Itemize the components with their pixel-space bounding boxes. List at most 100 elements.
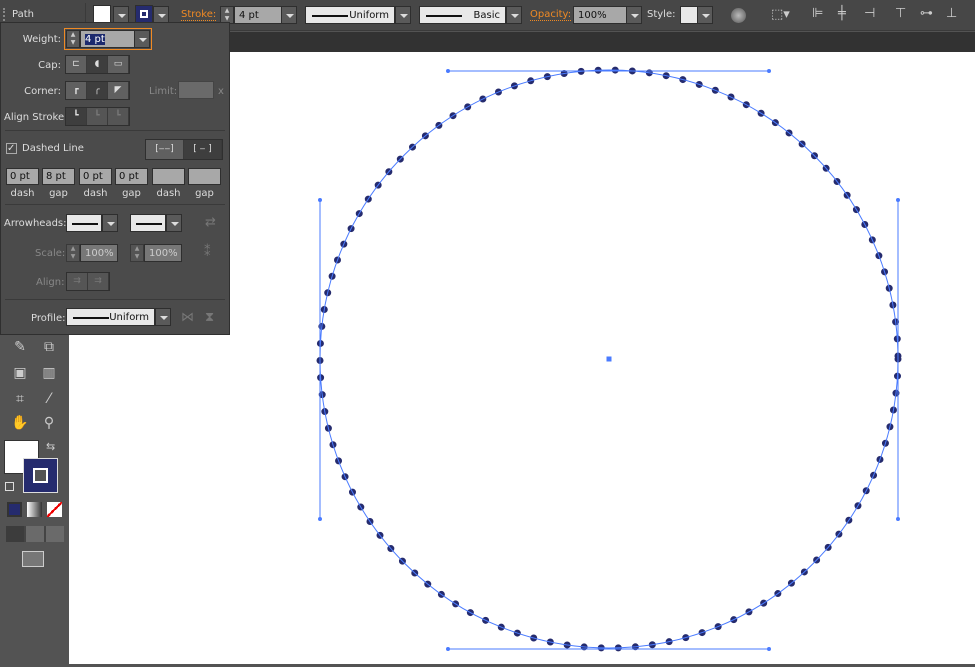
weight-input[interactable]: 4 pt — [80, 30, 135, 48]
butt-cap-button[interactable]: ⊏ — [66, 56, 87, 73]
hand-tool-icon[interactable]: ✋ — [8, 413, 32, 433]
gap-1-input[interactable]: 8 pt — [42, 168, 75, 185]
dash-1-label: dash — [10, 188, 35, 199]
default-colors-icon[interactable] — [5, 482, 14, 491]
color-mode-icon[interactable] — [7, 502, 22, 517]
variable-width-profile-select[interactable]: Uniform — [305, 6, 395, 24]
dash-alignment-buttons: [‒‒][ ‒ ] — [145, 139, 223, 160]
swap-fill-stroke-icon[interactable]: ⇆ — [46, 440, 55, 453]
eyedropper-tool-icon[interactable]: ✎ — [8, 337, 32, 357]
fill-swatch[interactable] — [93, 5, 111, 23]
artboard-tool-icon[interactable]: ⌗ — [8, 389, 32, 409]
dash-3-input[interactable] — [152, 168, 185, 185]
limit-input[interactable] — [178, 81, 214, 99]
swap-arrowheads-icon[interactable]: ⇄ — [205, 215, 216, 230]
profile-select-dropdown[interactable] — [155, 308, 171, 326]
stroke-color-box[interactable] — [23, 458, 58, 493]
align-stroke-label: Align Stroke: — [4, 112, 68, 123]
link-scale-icon[interactable]: ⁑ — [204, 245, 211, 260]
profile-select[interactable]: Uniform — [66, 308, 155, 326]
align-outside-button[interactable]: ┗ — [108, 108, 129, 125]
slice-tool-icon[interactable]: ⁄ — [37, 389, 61, 409]
arrowheads-label: Arrowheads: — [4, 218, 67, 229]
align-horizontal-center-icon[interactable]: ╪ — [838, 6, 846, 21]
profile-select-value: Uniform — [109, 312, 149, 323]
start-scale-input[interactable]: 100% — [80, 244, 118, 262]
draw-normal-icon[interactable] — [6, 526, 24, 542]
end-scale-input[interactable]: 100% — [144, 244, 182, 262]
weight-dropdown[interactable] — [134, 30, 150, 48]
projecting-cap-button[interactable]: ▭ — [108, 56, 129, 73]
dash-2-label: dash — [83, 188, 108, 199]
flip-across-icon[interactable]: ⧗ — [205, 310, 214, 325]
align-stroke-buttons: ┗ ┗ ┗ — [65, 107, 130, 126]
gap-2-input[interactable]: 0 pt — [115, 168, 148, 185]
start-arrowhead-select[interactable] — [66, 214, 102, 232]
profile-dropdown[interactable] — [395, 6, 411, 24]
weight-control: ▲ ▼ 4 pt — [64, 28, 152, 50]
stroke-weight-input[interactable]: 4 pt — [234, 6, 282, 24]
round-join-button[interactable]: ╭ — [87, 82, 108, 99]
stroke-panel-link[interactable]: Stroke: — [181, 9, 217, 21]
recolor-artwork-icon[interactable] — [731, 8, 746, 23]
end-arrowhead-select[interactable] — [130, 214, 166, 232]
corner-buttons: ┏ ╭ ◤ — [65, 81, 130, 100]
align-vertical-center-icon[interactable]: ⊶ — [920, 6, 933, 21]
weight-value: 4 pt — [85, 34, 105, 45]
stroke-swatch[interactable] — [135, 5, 153, 23]
align-dashes-to-corners-button[interactable]: [ ‒ ] — [184, 140, 222, 159]
cap-label: Cap: — [38, 60, 61, 71]
bevel-join-button[interactable]: ◤ — [108, 82, 129, 99]
symbol-sprayer-tool-icon[interactable]: ▣ — [8, 363, 32, 383]
gradient-mode-icon[interactable] — [27, 502, 42, 517]
align-top-icon[interactable]: ⊤ — [895, 6, 906, 21]
zoom-tool-icon[interactable]: ⚲ — [37, 413, 61, 433]
align-left-icon[interactable]: ⊫ — [812, 6, 823, 21]
align-center-button[interactable]: ┗ — [66, 108, 87, 125]
style-swatch[interactable] — [680, 6, 698, 24]
end-arrowhead-dropdown[interactable] — [166, 214, 182, 232]
align-bottom-icon[interactable]: ⊥ — [946, 6, 957, 21]
dashed-line-checkbox[interactable]: ✓ — [6, 143, 17, 154]
divider — [5, 299, 225, 300]
draw-behind-icon[interactable] — [26, 526, 44, 542]
arrow-align-buttons: ⇉ ⇉ — [66, 272, 110, 291]
dash-2-input[interactable]: 0 pt — [79, 168, 112, 185]
opacity-input[interactable]: 100% — [573, 6, 627, 24]
preserve-dash-button[interactable]: [‒‒] — [146, 140, 184, 159]
gap-3-label: gap — [195, 188, 214, 199]
limit-label: Limit: — [149, 86, 178, 97]
dash-1-input[interactable]: 0 pt — [6, 168, 39, 185]
brush-definition-select[interactable]: Basic — [419, 6, 506, 24]
opacity-link[interactable]: Opacity: — [530, 9, 572, 21]
divider — [5, 204, 225, 205]
blend-tool-icon[interactable]: ⧉ — [37, 337, 61, 357]
draw-inside-icon[interactable] — [46, 526, 64, 542]
start-arrowhead-dropdown[interactable] — [102, 214, 118, 232]
style-dropdown[interactable] — [697, 6, 713, 24]
align-to-selection-icon[interactable]: ⬚▾ — [771, 7, 790, 22]
place-arrow-tip-button[interactable]: ⇉ — [88, 273, 109, 290]
limit-suffix: x — [218, 86, 224, 97]
start-scale-stepper[interactable]: ▲ ▼ — [66, 244, 80, 262]
weight-stepper[interactable]: ▲ ▼ — [66, 30, 80, 48]
gap-3-input[interactable] — [188, 168, 221, 185]
screen-mode-icon[interactable] — [22, 551, 44, 567]
cap-buttons: ⊏ ◖ ▭ — [65, 55, 130, 74]
end-scale-stepper[interactable]: ▲ ▼ — [130, 244, 144, 262]
none-mode-icon[interactable] — [47, 502, 62, 517]
stroke-panel: Weight: ▲ ▼ 4 pt Cap: ⊏ ◖ ▭ Corner: ┏ ╭ ◤ Lim… — [0, 22, 230, 335]
flip-along-icon[interactable]: ⋈ — [181, 310, 194, 325]
opacity-dropdown[interactable] — [626, 6, 642, 24]
divider — [5, 130, 225, 131]
round-cap-button[interactable]: ◖ — [87, 56, 108, 73]
stroke-weight-dropdown[interactable] — [281, 6, 297, 24]
profile-label: Profile: — [31, 313, 66, 324]
miter-join-button[interactable]: ┏ — [66, 82, 87, 99]
extend-arrow-tip-button[interactable]: ⇉ — [67, 273, 88, 290]
align-right-icon[interactable]: ⊣ — [864, 6, 875, 21]
brush-dropdown[interactable] — [506, 6, 522, 24]
profile-value: Uniform — [349, 10, 389, 21]
graph-tool-icon[interactable]: ▥ — [37, 363, 61, 383]
align-inside-button[interactable]: ┗ — [87, 108, 108, 125]
